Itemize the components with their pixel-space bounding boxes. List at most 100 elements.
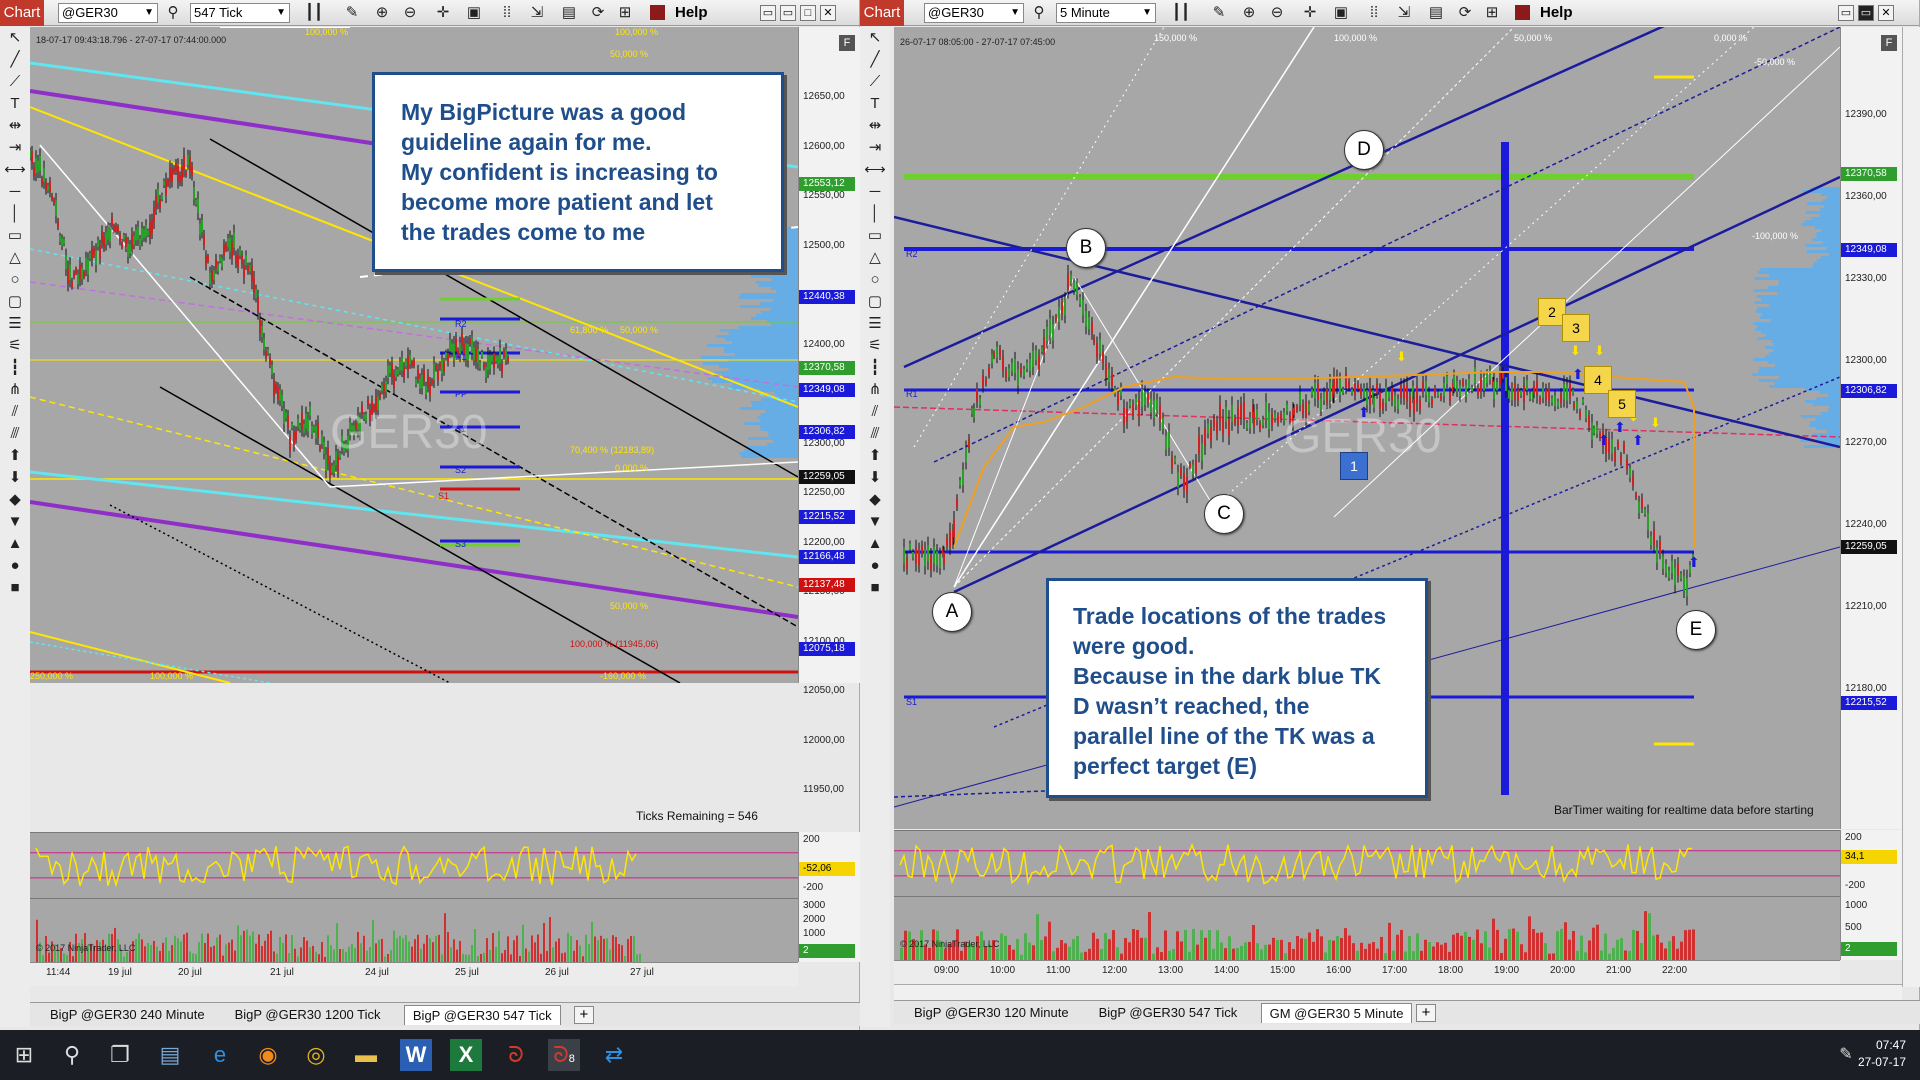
right-oscillator-panel[interactable] (894, 830, 1840, 896)
left-chart-menu-button[interactable]: Chart (0, 0, 44, 26)
draw-line-icon[interactable]: ╱ (860, 49, 890, 71)
regression-channel-icon[interactable]: ⫻ (860, 423, 890, 445)
search-icon[interactable]: ⚲ (56, 1039, 88, 1071)
gann-fan-icon[interactable]: ⫽ (860, 401, 890, 423)
arrow-down-icon[interactable]: ⬇ (860, 467, 890, 489)
rectangle-icon[interactable]: ▭ (860, 225, 890, 247)
ninjatrader-icon[interactable]: ᘐ (500, 1039, 532, 1071)
chrome-icon[interactable]: ◎ (300, 1039, 332, 1071)
left-price-axis[interactable]: 12650,0012600,0012550,0012500,0012450,00… (798, 27, 860, 795)
right-price-axis[interactable]: 12390,00 12360,00 12330,00 12300,00 12270,00… (1840, 27, 1902, 829)
andrews-pitchfork-icon[interactable]: ⋔ (0, 379, 30, 401)
right-period-select[interactable]: 5 Minute ▼ (1056, 3, 1156, 23)
ruler-icon[interactable]: ⟋ (860, 71, 890, 93)
right-tab[interactable]: BigP @GER30 547 Tick (1091, 1003, 1246, 1023)
arrow-up-icon[interactable]: ⬆ (0, 445, 30, 467)
left-restore-button[interactable]: ▭ (780, 5, 796, 21)
search-icon[interactable]: ⚲ (1030, 4, 1048, 22)
right-tab[interactable]: BigP @GER30 120 Minute (906, 1003, 1077, 1023)
square-icon[interactable]: ■ (860, 577, 890, 599)
vertical-line-icon[interactable]: │ (0, 203, 30, 225)
left-tab[interactable]: BigP @GER30 547 Tick (403, 1005, 561, 1025)
arrow-up-icon[interactable]: ⬆ (860, 445, 890, 467)
left-period-select[interactable]: 547 Tick ▼ (190, 3, 290, 23)
right-add-tab-button[interactable]: + (1416, 1004, 1436, 1022)
strategies-icon[interactable]: ⇲ (528, 4, 546, 22)
left-minimize-button[interactable]: ▭ (760, 5, 776, 21)
left-time-axis[interactable]: 11:44 19 jul 20 jul 21 jul 24 jul 25 jul 26 ju… (30, 962, 798, 986)
pencil-icon[interactable]: ✎ (343, 4, 361, 22)
data-series-icon[interactable]: ▤ (560, 4, 578, 22)
arrow-line-icon[interactable]: ⇹ (860, 115, 890, 137)
right-restore-button[interactable]: ▭ (1858, 5, 1874, 21)
excel-icon[interactable]: X (450, 1039, 482, 1071)
crosshair-icon[interactable]: ✛ (434, 4, 452, 22)
grid-icon[interactable]: ⊞ (616, 4, 634, 22)
right-horizontal-scrollbar[interactable] (894, 984, 1902, 1000)
vertical-line-icon[interactable]: │ (860, 203, 890, 225)
ninjatrader-8-icon[interactable]: ᘐ8 (548, 1039, 580, 1071)
right-close-button[interactable]: ✕ (1878, 5, 1894, 21)
left-tab[interactable]: BigP @GER30 240 Minute (42, 1005, 213, 1025)
fib-retracement-icon[interactable]: ☰ (860, 313, 890, 335)
taskbar-clock[interactable]: 07:47 27-07-17 (1858, 1037, 1906, 1071)
extended-line-icon[interactable]: ⟷ (0, 159, 30, 181)
left-add-tab-button[interactable]: + (573, 1006, 594, 1024)
pencil-icon[interactable]: ✎ (1210, 4, 1228, 22)
right-volume-panel[interactable]: © 2017 NinjaTrader, LLC (894, 896, 1840, 960)
reload-icon[interactable]: ⟳ (589, 4, 607, 22)
right-instrument-select[interactable]: @GER30 ▼ (924, 3, 1024, 23)
right-vertical-scrollbar[interactable] (1902, 27, 1920, 987)
arrow-line-icon[interactable]: ⇹ (0, 115, 30, 137)
right-minimize-button[interactable]: ▭ (1838, 5, 1854, 21)
region-icon[interactable]: ▢ (860, 291, 890, 313)
search-icon[interactable]: ⚲ (164, 4, 182, 22)
help-icon[interactable] (650, 5, 665, 20)
fib-retracement-icon[interactable]: ☰ (0, 313, 30, 335)
right-panel-flag[interactable]: F (1881, 35, 1897, 51)
strategies-icon[interactable]: ⇲ (1395, 4, 1413, 22)
left-help-menu[interactable]: Help (675, 4, 708, 21)
dot-icon[interactable]: ● (860, 555, 890, 577)
zoom-in-icon[interactable]: ⊕ (373, 4, 391, 22)
edge-icon[interactable]: e (204, 1039, 236, 1071)
gann-fan-icon[interactable]: ⫽ (0, 401, 30, 423)
zoom-in-icon[interactable]: ⊕ (1240, 4, 1258, 22)
fib-time-icon[interactable]: ┇ (0, 357, 30, 379)
triangle-icon[interactable]: △ (860, 247, 890, 269)
file-manager-icon[interactable]: ▤ (154, 1039, 186, 1071)
left-close-button[interactable]: ✕ (820, 5, 836, 21)
horizontal-line-icon[interactable]: ─ (860, 181, 890, 203)
left-maximize-button[interactable]: □ (800, 5, 816, 21)
left-oscillator-panel[interactable] (30, 832, 798, 898)
cursor-tool-icon[interactable]: ↖ (860, 27, 890, 49)
help-icon[interactable] (1515, 5, 1530, 20)
rectangle-icon[interactable]: ▭ (0, 225, 30, 247)
properties-icon[interactable]: ▣ (465, 4, 483, 22)
word-icon[interactable]: W (400, 1039, 432, 1071)
text-tool-icon[interactable]: T (0, 93, 30, 115)
diamond-icon[interactable]: ◆ (860, 489, 890, 511)
reload-icon[interactable]: ⟳ (1456, 4, 1474, 22)
fib-extension-icon[interactable]: ⚟ (0, 335, 30, 357)
right-time-axis[interactable]: 09:00 10:00 11:00 12:00 13:00 14:00 15:00 16:00… (894, 960, 1840, 984)
properties-icon[interactable]: ▣ (1332, 4, 1350, 22)
bar-type-icon[interactable]: ┃┃ (1172, 4, 1190, 22)
windows-start-icon[interactable]: ⊞ (8, 1039, 40, 1071)
task-view-icon[interactable]: ❐ (104, 1039, 136, 1071)
triangle-up-icon[interactable]: ▲ (0, 533, 30, 555)
ray-icon[interactable]: ⇥ (0, 137, 30, 159)
triangle-up-icon[interactable]: ▲ (860, 533, 890, 555)
andrews-pitchfork-icon[interactable]: ⋔ (860, 379, 890, 401)
ellipse-icon[interactable]: ○ (0, 269, 30, 291)
fib-time-icon[interactable]: ┇ (860, 357, 890, 379)
dot-icon[interactable]: ● (0, 555, 30, 577)
indicators-icon[interactable]: ⁞⁞ (1365, 4, 1383, 22)
extended-line-icon[interactable]: ⟷ (860, 159, 890, 181)
fib-extension-icon[interactable]: ⚟ (860, 335, 890, 357)
teamviewer-icon[interactable]: ⇄ (598, 1039, 630, 1071)
text-tool-icon[interactable]: T (860, 93, 890, 115)
region-icon[interactable]: ▢ (0, 291, 30, 313)
triangle-icon[interactable]: △ (0, 247, 30, 269)
horizontal-line-icon[interactable]: ─ (0, 181, 30, 203)
